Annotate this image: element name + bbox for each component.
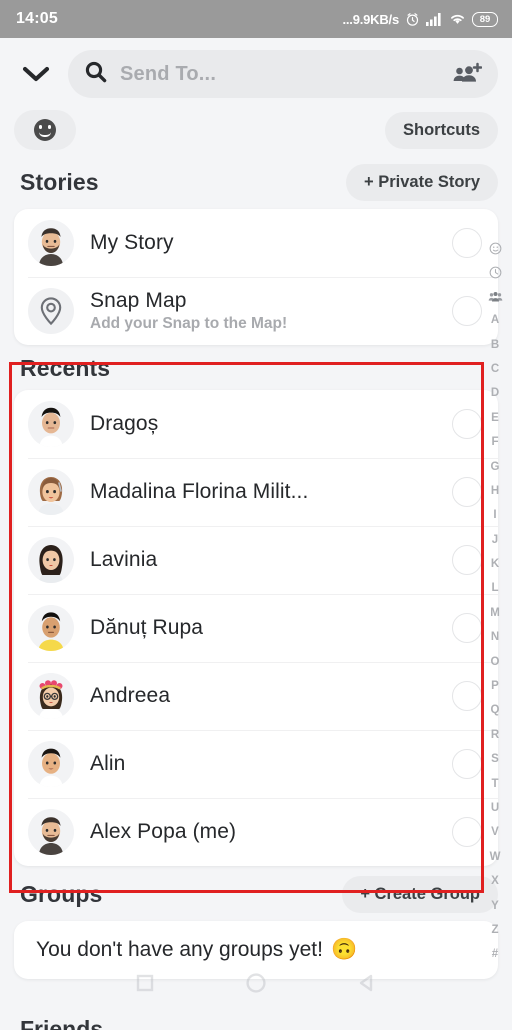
- index-letter[interactable]: Y: [491, 893, 499, 917]
- index-letter[interactable]: S: [491, 747, 499, 771]
- index-letter[interactable]: V: [491, 820, 499, 844]
- smiley-face-icon[interactable]: [14, 110, 76, 150]
- avatar: [28, 469, 74, 515]
- stories-title: Stories: [20, 169, 99, 195]
- cellular-signal-icon: [426, 12, 443, 26]
- recents-title: Recents: [20, 355, 111, 381]
- list-item-text: My Story: [90, 231, 436, 255]
- index-letter[interactable]: J: [492, 528, 498, 552]
- alphabet-index[interactable]: A B C D E F G H I J K L M N O P Q R S T …: [478, 236, 512, 967]
- avatar: [28, 741, 74, 787]
- status-time: 14:05: [16, 10, 58, 27]
- list-item-title: Madalina Florina Milit...: [90, 480, 309, 503]
- index-letter[interactable]: K: [491, 552, 499, 576]
- recents-section-header: Recents: [0, 345, 512, 390]
- chip-row: Shortcuts: [0, 104, 512, 154]
- list-item-title: Andreea: [90, 684, 171, 707]
- battery-indicator: 89: [472, 11, 498, 27]
- avatar: [28, 673, 74, 719]
- avatar: [28, 537, 74, 583]
- group-index-icon[interactable]: [488, 284, 503, 308]
- smiley-index-icon[interactable]: [489, 236, 502, 260]
- index-letter[interactable]: O: [491, 649, 500, 673]
- status-indicators: ...9.9KB/s 89: [342, 11, 498, 27]
- index-letter[interactable]: X: [491, 869, 499, 893]
- chevron-down-icon[interactable]: [14, 54, 58, 94]
- list-item-snap-map[interactable]: Snap Map Add your Snap to the Map!: [14, 277, 498, 345]
- list-item-my-story[interactable]: My Story: [14, 209, 498, 277]
- list-item-title: My Story: [90, 231, 174, 254]
- shortcuts-button[interactable]: Shortcuts: [384, 111, 498, 149]
- list-item[interactable]: Madalina Florina Milit...: [14, 458, 498, 526]
- list-item-text: Madalina Florina Milit...: [90, 480, 436, 504]
- list-item[interactable]: Andreea: [14, 662, 498, 730]
- list-item-text: Alin: [90, 752, 436, 776]
- index-letter[interactable]: E: [491, 406, 499, 430]
- search-icon: [84, 60, 108, 89]
- index-letter[interactable]: Q: [491, 698, 500, 722]
- friends-title: Friends: [20, 1016, 104, 1030]
- list-item-title: Alin: [90, 752, 126, 775]
- avatar: [28, 605, 74, 651]
- groups-section-header: Groups + Create Group: [0, 866, 512, 921]
- stories-section-header: Stories + Private Story: [0, 154, 512, 209]
- list-item-text: Alex Popa (me): [90, 820, 436, 844]
- index-letter[interactable]: R: [491, 723, 499, 747]
- search-placeholder: Send To...: [120, 62, 217, 85]
- index-letter[interactable]: G: [491, 454, 500, 478]
- avatar: [28, 809, 74, 855]
- index-letter[interactable]: I: [493, 503, 496, 527]
- index-letter[interactable]: C: [491, 357, 499, 381]
- add-friends-icon[interactable]: [450, 59, 484, 89]
- list-item-text: Snap Map Add your Snap to the Map!: [90, 289, 436, 333]
- index-letter[interactable]: L: [491, 576, 498, 600]
- list-item-subtitle: Add your Snap to the Map!: [90, 315, 288, 332]
- recents-list: Dragoș Madalina Florina Milit... Lavinia…: [14, 390, 498, 866]
- list-item[interactable]: Lavinia: [14, 526, 498, 594]
- list-item-text: Andreea: [90, 684, 436, 708]
- location-pin-icon: [28, 288, 74, 334]
- status-bar: 14:05 ...9.9KB/s 89: [0, 0, 512, 38]
- search-input[interactable]: Send To...: [68, 50, 498, 98]
- groups-empty-state: You don't have any groups yet! 🙃: [14, 921, 498, 979]
- list-item-title: Lavinia: [90, 548, 158, 571]
- list-item-title: Alex Popa (me): [90, 820, 237, 843]
- list-item-title: Snap Map: [90, 289, 187, 312]
- index-letter[interactable]: M: [490, 601, 500, 625]
- upside-down-face-icon: 🙃: [330, 938, 358, 961]
- private-story-button[interactable]: + Private Story: [345, 164, 498, 201]
- groups-empty-text: You don't have any groups yet!: [36, 938, 323, 961]
- index-letter[interactable]: D: [491, 381, 499, 405]
- list-item[interactable]: Alex Popa (me): [14, 798, 498, 866]
- search-header: Send To...: [0, 38, 512, 104]
- list-item[interactable]: Dragoș: [14, 390, 498, 458]
- list-item-text: Lavinia: [90, 548, 436, 572]
- index-letter[interactable]: W: [490, 845, 501, 869]
- index-letter[interactable]: A: [491, 308, 499, 332]
- list-item-title: Dănuț Rupa: [90, 616, 204, 639]
- index-letter[interactable]: F: [491, 430, 498, 454]
- list-item-title: Dragoș: [90, 412, 159, 435]
- index-letter[interactable]: B: [491, 332, 499, 356]
- index-letter[interactable]: U: [491, 796, 499, 820]
- avatar: [28, 220, 74, 266]
- index-letter[interactable]: Z: [491, 918, 498, 942]
- index-letter[interactable]: #: [492, 942, 498, 966]
- index-letter[interactable]: H: [491, 479, 499, 503]
- list-item-text: Dragoș: [90, 412, 436, 436]
- list-item[interactable]: Dănuț Rupa: [14, 594, 498, 662]
- create-group-button[interactable]: + Create Group: [342, 876, 498, 913]
- wifi-icon: [449, 12, 466, 26]
- avatar: [28, 401, 74, 447]
- index-letter[interactable]: N: [491, 625, 499, 649]
- index-letter[interactable]: P: [491, 674, 499, 698]
- list-item[interactable]: Alin: [14, 730, 498, 798]
- list-item-text: Dănuț Rupa: [90, 616, 436, 640]
- stories-list: My Story Snap Map Add your Snap to the M…: [14, 209, 498, 345]
- alarm-clock-icon: [405, 12, 420, 27]
- clock-index-icon[interactable]: [489, 260, 502, 284]
- groups-title: Groups: [20, 881, 103, 907]
- network-speed-label: ...9.9KB/s: [342, 11, 399, 27]
- index-letter[interactable]: T: [491, 771, 498, 795]
